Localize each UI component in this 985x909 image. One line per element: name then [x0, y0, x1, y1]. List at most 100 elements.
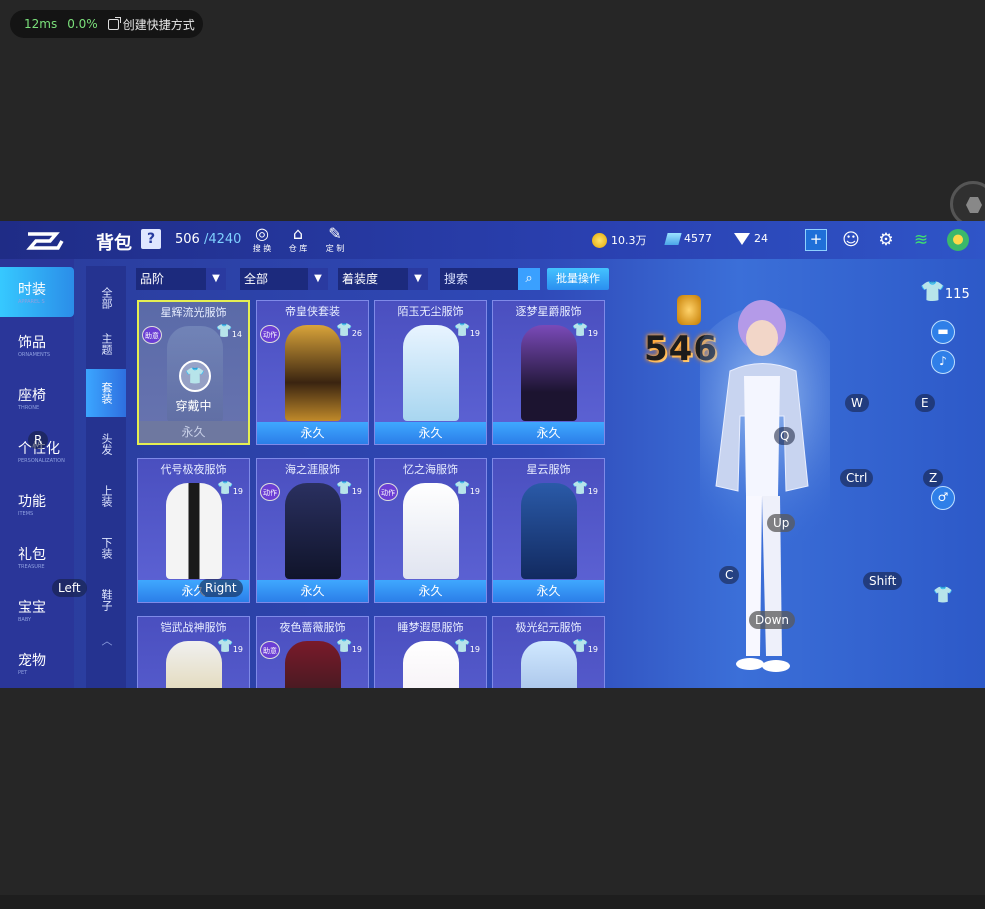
game-logo-icon: [26, 232, 64, 250]
help-button[interactable]: ?: [141, 229, 161, 249]
nav-sublabel: BABY: [18, 617, 32, 623]
item-card[interactable]: 极光纪元服饰 👕 19: [492, 616, 605, 688]
item-card[interactable]: 帝皇侠套装 动作 👕 26 永久: [256, 300, 369, 445]
nav-sublabel: APPAREL S: [18, 299, 45, 305]
item-duration: 永久: [257, 422, 368, 444]
item-card[interactable]: 忆之海服饰 动作 👕 19 永久: [374, 458, 487, 603]
warehouse-button[interactable]: ⌂ 仓 库: [283, 225, 313, 254]
outfit-image: [521, 325, 577, 421]
item-duration: 永久: [493, 580, 604, 602]
outfit-image: [403, 641, 459, 688]
shortcut-button[interactable]: 创建快捷方式: [107, 16, 195, 33]
key-c-hint: C: [719, 566, 740, 584]
chevron-down-icon: ▼: [308, 268, 328, 290]
item-tag: 动作: [260, 325, 280, 343]
item-name: 星辉流光服饰: [160, 306, 227, 319]
nav-label: 时装: [18, 282, 46, 298]
item-duration: 永久: [139, 421, 248, 443]
outfit-image: [285, 483, 341, 579]
coin-icon: [592, 232, 607, 248]
gender-button[interactable]: ♂: [931, 486, 955, 510]
all-select[interactable]: 全部 ▼: [240, 268, 328, 290]
sort-label: 着装度: [342, 272, 379, 286]
subnav-top[interactable]: 上装: [86, 474, 126, 518]
warehouse-label: 仓 库: [288, 244, 308, 253]
shortcut-icon: [107, 16, 121, 30]
item-tag: 动作: [378, 483, 398, 501]
subnav-bottom[interactable]: 下装: [86, 526, 126, 570]
wardrobe-button[interactable]: 👕: [931, 584, 955, 608]
item-card[interactable]: 逐梦星爵服饰 👕 19 永久: [492, 300, 605, 445]
settings-button[interactable]: ⚙: [875, 229, 897, 251]
item-duration: 永久: [257, 580, 368, 602]
nav-sublabel: PET: [18, 670, 28, 676]
key-e-hint: E: [915, 394, 935, 412]
item-card[interactable]: 星辉流光服饰 助意 👕 14 👕 穿戴中 永久: [137, 300, 250, 445]
subnav-theme[interactable]: 主题: [86, 322, 126, 366]
music-note-icon: ♪: [939, 354, 947, 368]
item-level: 👕 19: [454, 639, 480, 654]
item-name: 夜色蔷薇服饰: [279, 621, 346, 634]
nav-item-treasure[interactable]: 礼包 TREASURE: [0, 532, 74, 582]
item-name: 睡梦遐思服饰: [397, 621, 464, 634]
page-title: 背包: [96, 233, 132, 254]
quality-label: 品阶: [140, 272, 165, 286]
item-tag: 助意: [260, 641, 280, 659]
music-button[interactable]: ♪: [931, 350, 955, 374]
quality-select[interactable]: 品阶 ▼: [136, 268, 226, 290]
key-shift-hint: Shift: [863, 572, 903, 590]
subnav-shoes[interactable]: 鞋子: [86, 578, 126, 622]
subnav-more-icon[interactable]: ︿: [86, 628, 126, 652]
item-card[interactable]: 陌玉无尘服饰 👕 19 永久: [374, 300, 487, 445]
outfit-count-value: 115: [944, 287, 970, 302]
wifi-indicator: ≋: [910, 229, 932, 251]
nav-label: 宠物: [18, 653, 46, 669]
key-r-hint: R: [28, 431, 49, 449]
outfit-image: [285, 641, 341, 688]
nav-item-pet[interactable]: 宠物 PET: [0, 638, 74, 688]
coin-balance: 10.3万: [592, 232, 647, 248]
outfit-image: [285, 325, 341, 421]
shortcut-label: 创建快捷方式: [122, 17, 195, 32]
outfit-image: [403, 325, 459, 421]
subnav-all[interactable]: 全部: [86, 276, 126, 320]
chevron-down-icon: ▼: [206, 268, 226, 290]
item-level: 👕 19: [336, 639, 362, 654]
friends-button[interactable]: ☺: [840, 229, 862, 251]
item-card[interactable]: 睡梦遐思服饰 👕 19: [374, 616, 487, 688]
search-input[interactable]: 搜索: [440, 268, 518, 290]
nav-item-items[interactable]: 功能 ITEMS: [0, 479, 74, 529]
top-bar: 背包 ? 506 /4240 ◎ 搜 换 ⌂ 仓 库 ✎ 定 制 10.3万 4577…: [0, 221, 985, 259]
nav-sublabel: PERSONALIZATION: [18, 458, 65, 464]
subnav-suit[interactable]: 套装: [86, 369, 126, 417]
nav-item-throne[interactable]: 座椅 THRONE: [0, 373, 74, 423]
item-card[interactable]: 铠武战神服饰 👕 19: [137, 616, 250, 688]
item-card[interactable]: 星云服饰 👕 19 永久: [492, 458, 605, 603]
nav-sublabel: ORNAMENTS: [18, 352, 51, 358]
search-swap-button[interactable]: ◎ 搜 换: [247, 225, 277, 254]
status-icon: ●: [952, 232, 964, 247]
item-name: 代号极夜服饰: [160, 463, 227, 476]
nav-item-apparel[interactable]: 时装 APPAREL S: [0, 267, 74, 317]
recharge-plus-button[interactable]: +: [805, 229, 827, 251]
ticket-value: 4577: [684, 232, 712, 245]
search-swap-icon: ◎: [255, 224, 269, 243]
nav-sublabel: TREASURE: [18, 564, 45, 570]
power-medal-icon: [677, 295, 701, 325]
nav-item-ornaments[interactable]: 饰品 ORNAMENTS: [0, 320, 74, 370]
batch-operation-button[interactable]: 批量操作: [547, 268, 609, 290]
diamond-icon: [734, 232, 750, 245]
search-button[interactable]: ⌕: [518, 268, 540, 290]
ticket-balance: 4577: [664, 232, 712, 245]
item-card[interactable]: 海之涯服饰 动作 👕 19 永久: [256, 458, 369, 603]
subnav-hair[interactable]: 头发: [86, 422, 126, 466]
loss-text: 0.0%: [67, 17, 98, 31]
outfit-image: [166, 483, 222, 579]
custom-button[interactable]: ✎ 定 制: [320, 225, 350, 254]
item-level: 👕 19: [454, 481, 480, 496]
item-card[interactable]: 夜色蔷薇服饰 助意 👕 19: [256, 616, 369, 688]
item-name: 星云服饰: [526, 463, 571, 476]
sort-select[interactable]: 着装度 ▼: [338, 268, 428, 290]
vehicle-button[interactable]: ▬: [931, 320, 955, 344]
wearing-shirt-icon: 👕: [179, 360, 211, 392]
